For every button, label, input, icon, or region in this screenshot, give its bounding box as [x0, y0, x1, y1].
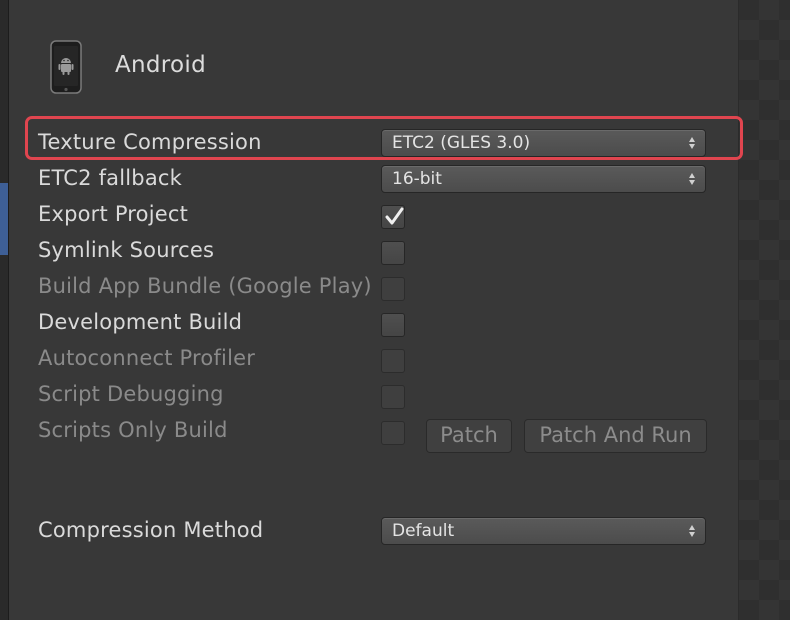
build-app-bundle-label: Build App Bundle (Google Play) [38, 274, 372, 298]
symlink-sources-checkbox[interactable] [381, 241, 405, 265]
autoconnect-profiler-label: Autoconnect Profiler [38, 346, 256, 370]
right-background-strip [738, 0, 790, 620]
texture-compression-value: ETC2 (GLES 3.0) [392, 133, 531, 153]
platform-list-selection[interactable] [0, 183, 8, 255]
build-settings-panel: Android Texture Compression ETC2 (GLES 3… [0, 0, 790, 620]
autoconnect-profiler-checkbox[interactable] [381, 349, 405, 373]
texture-compression-dropdown[interactable]: ETC2 (GLES 3.0) [381, 129, 706, 157]
etc2-fallback-value: 16-bit [392, 169, 442, 189]
compression-method-value: Default [392, 521, 455, 541]
script-debugging-label: Script Debugging [38, 382, 224, 406]
dropdown-arrows-icon [688, 170, 696, 188]
scripts-only-build-label: Scripts Only Build [38, 418, 228, 442]
symlink-sources-label: Symlink Sources [38, 238, 215, 262]
development-build-checkbox[interactable] [381, 313, 405, 337]
dropdown-arrows-icon [688, 522, 696, 540]
dropdown-arrows-icon [688, 134, 696, 152]
scripts-only-build-checkbox[interactable] [381, 421, 405, 445]
platform-title: Android [115, 52, 207, 78]
texture-compression-label: Texture Compression [38, 130, 262, 154]
etc2-fallback-label: ETC2 fallback [38, 166, 183, 190]
checkmark-icon [385, 207, 404, 225]
script-debugging-checkbox[interactable] [381, 385, 405, 409]
compression-method-dropdown[interactable]: Default [381, 517, 706, 545]
patch-button[interactable]: Patch [426, 419, 512, 453]
export-project-checkbox[interactable] [381, 205, 405, 229]
patch-and-run-button[interactable]: Patch And Run [524, 419, 707, 453]
platform-list-strip[interactable] [0, 0, 9, 620]
compression-method-label: Compression Method [38, 518, 264, 542]
build-app-bundle-checkbox[interactable] [381, 277, 405, 301]
development-build-label: Development Build [38, 310, 243, 334]
etc2-fallback-dropdown[interactable]: 16-bit [381, 165, 706, 193]
export-project-label: Export Project [38, 202, 189, 226]
android-phone-icon [50, 40, 82, 94]
